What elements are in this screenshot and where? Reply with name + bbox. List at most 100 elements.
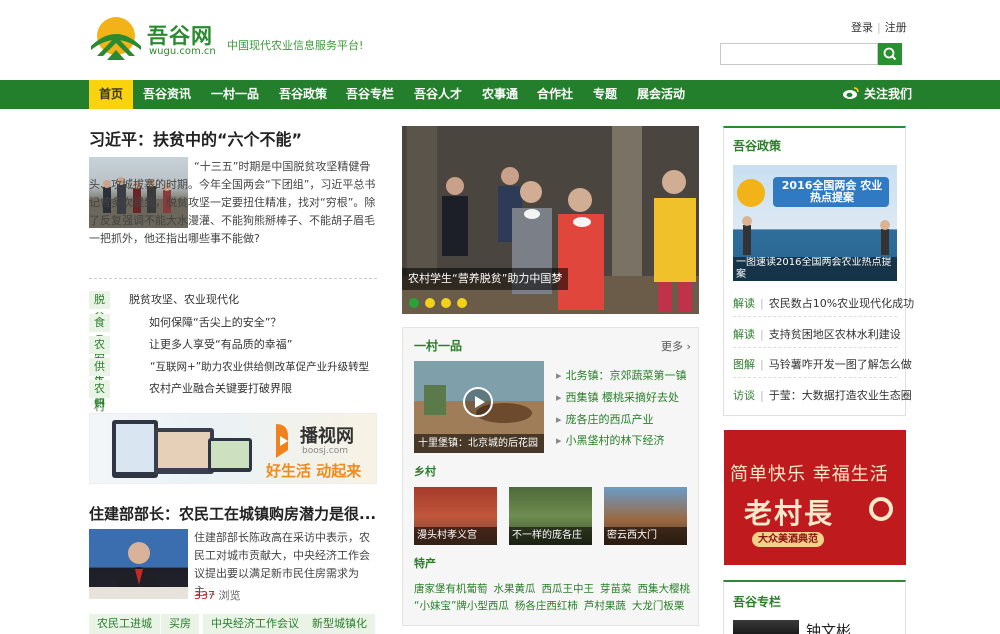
- register-link[interactable]: 注册: [885, 21, 907, 34]
- ad-tagline: 简单快乐 幸福生活: [730, 464, 889, 485]
- specialty-link[interactable]: 西集大樱桃: [638, 583, 691, 595]
- video-caption[interactable]: 十里堡镇：北京城的后花园: [414, 434, 544, 453]
- topic-link[interactable]: 如何保障“舌尖上的安全”？: [149, 314, 281, 332]
- nav-item-home[interactable]: 首页: [89, 80, 134, 109]
- list-item[interactable]: ▸ 小黑垡村的林下经济: [556, 432, 665, 448]
- nav-item-coop[interactable]: 合作社: [537, 80, 573, 109]
- ad-slogan: 好生活 动起来: [266, 462, 362, 480]
- search-input[interactable]: [720, 43, 878, 65]
- list-item[interactable]: ▸ 北务镇：京郊蔬菜第一镇: [556, 367, 687, 383]
- village-caption[interactable]: 不一样的庞各庄: [509, 527, 592, 545]
- list-item[interactable]: ▸ 西集镇 樱桃采摘好去处: [556, 389, 679, 405]
- topic-tag[interactable]: 食品安全: [89, 314, 110, 383]
- specialty-link[interactable]: 西瓜王中王: [542, 583, 595, 595]
- divider: [733, 377, 897, 378]
- ad-brand: 老村長: [744, 497, 835, 530]
- nav-item-columns[interactable]: 吾谷专栏: [346, 80, 394, 109]
- boosj-ad-banner[interactable]: 播视网 boosj.com 好生活 动起来: [89, 413, 377, 484]
- divider: [89, 278, 377, 279]
- headline-2[interactable]: 住建部部长：农民工在城镇购房潜力是很...: [89, 503, 376, 524]
- search-button[interactable]: [878, 43, 902, 65]
- weibo-icon: [843, 87, 859, 99]
- headline-1[interactable]: 习近平：扶贫中的“六个不能”: [89, 126, 302, 150]
- picture-banner: 2016全国两会 农业热点提案: [781, 179, 883, 204]
- policy-title[interactable]: 吾谷政策: [733, 137, 781, 154]
- village-caption[interactable]: 漫头村孝义宫: [414, 527, 497, 545]
- arrow-icon: ▸: [556, 413, 562, 426]
- ad-url: boosj.com: [302, 446, 348, 456]
- specialty-link[interactable]: “小妹宝”牌小型西瓜: [414, 600, 509, 612]
- nav-item-topics[interactable]: 专题: [593, 80, 617, 109]
- village-caption[interactable]: 密云西大门: [604, 527, 687, 545]
- specialty-link[interactable]: 大龙门板栗: [632, 600, 685, 612]
- policy-item[interactable]: 解读 | 农民数占10%农业现代化成功: [733, 295, 914, 311]
- policy-item[interactable]: 解读 | 支持贫困地区农林水利建设: [733, 326, 901, 342]
- nav-item-one-village[interactable]: 一村一品: [211, 80, 259, 109]
- news-photo-2[interactable]: [89, 529, 188, 599]
- ad-title: 播视网: [300, 426, 354, 447]
- more-label: 更多: [661, 340, 683, 353]
- nav-item-farming[interactable]: 农事通: [482, 80, 518, 109]
- author-avatar[interactable]: [733, 620, 799, 634]
- view-count-label: 浏览: [218, 589, 241, 602]
- specialty-link[interactable]: 唐家堡有机葡萄: [414, 583, 488, 595]
- panel-title[interactable]: 一村一品: [414, 337, 462, 354]
- specialty-link[interactable]: 芦村果蔬: [584, 600, 626, 612]
- wine-seal-icon: [869, 497, 893, 521]
- slider-caption[interactable]: 农村学生“营养脱贫”助力中国梦: [402, 268, 569, 290]
- specialty-link[interactable]: 芽苗菜: [600, 583, 632, 595]
- follow-us-link[interactable]: 关注我们: [842, 80, 912, 109]
- slider-dot[interactable]: [441, 298, 451, 308]
- topic-link[interactable]: 让更多人享受“有品质的幸福”: [149, 336, 292, 354]
- specialty-row: “小妹宝”牌小型西瓜 杨各庄西红柿 芦村果蔬 大龙门板栗: [414, 598, 690, 613]
- author-name[interactable]: 钟文彬: [806, 620, 851, 634]
- list-item[interactable]: ▸ 庞各庄的西瓜产业: [556, 411, 654, 427]
- keyword-tag[interactable]: 买房: [161, 614, 199, 634]
- slider-dot[interactable]: [409, 298, 419, 308]
- keyword-tag[interactable]: 农民工进城: [89, 614, 160, 634]
- more-link[interactable]: 更多 ›: [661, 338, 691, 354]
- picture-caption[interactable]: 一图速读2016全国两会农业热点提案: [733, 257, 897, 281]
- keyword-tag[interactable]: 中央经济工作会议: [203, 614, 307, 634]
- site-header: 吾谷网 wugu.com.cn 中国现代农业信息服务平台! 登录 | 注册: [0, 0, 1000, 80]
- arrow-icon: ▸: [556, 369, 562, 382]
- logo-url: wugu.com.cn: [149, 46, 216, 57]
- arrow-icon: ▸: [556, 391, 562, 404]
- topic-tag[interactable]: 农村生活: [89, 336, 110, 405]
- nav-item-talent[interactable]: 吾谷人才: [414, 80, 462, 109]
- topic-link[interactable]: 脱贫攻坚、农业现代化: [129, 291, 239, 309]
- summary-1: “十三五”时期是中国脱贫攻坚精健骨头、攻城拔寨的时期。今年全国两会“下团组”，习…: [89, 160, 376, 245]
- policy-item[interactable]: 图解 | 马铃薯咋开发一图了解怎么做: [733, 356, 912, 372]
- slider-dot[interactable]: [425, 298, 435, 308]
- specialty-link[interactable]: 杨各庄西红柿: [515, 600, 578, 612]
- nav-item-events[interactable]: 展会活动: [637, 80, 685, 109]
- logo-icon[interactable]: [89, 16, 143, 62]
- column-title[interactable]: 吾谷专栏: [733, 593, 781, 610]
- slider-dot[interactable]: [457, 298, 467, 308]
- nav-item-policy[interactable]: 吾谷政策: [279, 80, 327, 109]
- divider: [733, 316, 897, 317]
- divider: |: [877, 21, 881, 34]
- policy-item[interactable]: 访谈 | 于莹：大数据打造农业生态圈: [733, 387, 912, 403]
- search-icon: [883, 47, 897, 61]
- chevron-right-icon: ›: [683, 340, 691, 353]
- topic-link[interactable]: 农村产业融合关键要打破界限: [149, 380, 292, 398]
- specialty-link[interactable]: 水果黄瓜: [494, 583, 536, 595]
- topic-tag[interactable]: 农村产业: [89, 380, 110, 449]
- specialty-row: 唐家堡有机葡萄 水果黄瓜 西瓜王中王 芽苗菜 西集大樱桃: [414, 581, 696, 596]
- view-count-number: 337: [194, 589, 215, 602]
- topic-tag[interactable]: 供给侧改革: [89, 358, 110, 445]
- ad-subtitle: 大众美酒典范: [752, 532, 824, 547]
- topic-link[interactable]: “互联网+”助力农业供给侧改革促产业升级转型: [150, 358, 369, 376]
- follow-us-label: 关注我们: [864, 87, 913, 101]
- divider: [733, 347, 897, 348]
- topic-tag[interactable]: 脱贫: [89, 291, 110, 324]
- site-slogan: 中国现代农业信息服务平台!: [227, 39, 364, 52]
- village-section-title: 乡村: [414, 465, 436, 478]
- nav-item-news[interactable]: 吾谷资讯: [143, 80, 191, 109]
- login-link[interactable]: 登录: [851, 21, 873, 34]
- main-nav: 首页 吾谷资讯 一村一品 吾谷政策 吾谷专栏 吾谷人才 农事通 合作社 专题 展…: [0, 80, 1000, 109]
- view-count: 337 浏览: [194, 587, 241, 603]
- keyword-tag[interactable]: 新型城镇化: [304, 614, 375, 634]
- play-icon[interactable]: [463, 387, 493, 417]
